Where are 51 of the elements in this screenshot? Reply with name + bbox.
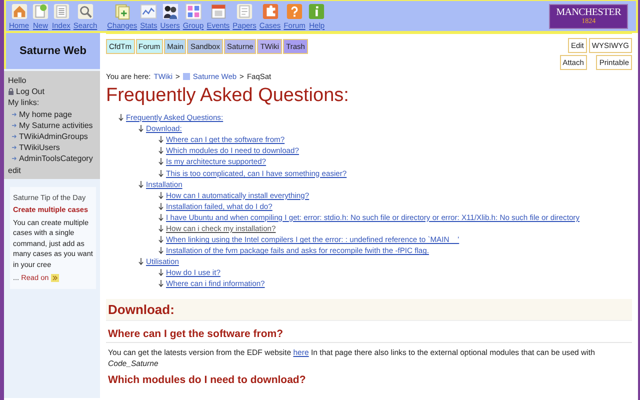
sidebar-link[interactable]: AdminToolsCategory — [19, 154, 93, 164]
down-arrow-icon — [138, 258, 144, 266]
question-heading: Where can I get the software from? — [106, 328, 632, 342]
down-arrow-icon — [158, 158, 164, 166]
edit-link[interactable]: edit — [8, 166, 96, 174]
double-arrow-icon — [50, 274, 59, 282]
down-arrow-icon — [158, 224, 164, 232]
people-icon — [162, 2, 179, 20]
info-icon — [308, 2, 326, 20]
down-arrow-icon — [118, 114, 124, 122]
down-arrow-icon — [138, 180, 144, 188]
down-arrow-icon — [158, 247, 164, 254]
sidebar-link[interactable]: My Saturne activities — [19, 120, 93, 130]
page-title: Frequently Asked Questions: — [106, 85, 350, 107]
puzzle-icon — [262, 2, 279, 20]
down-arrow-icon — [158, 280, 164, 288]
question-heading: Which modules do I need to download? — [107, 374, 307, 386]
web-icon — [182, 73, 190, 80]
down-arrow-icon — [158, 170, 164, 177]
greeting-text: Hello — [8, 76, 28, 85]
down-arrow-icon — [158, 214, 164, 221]
arrow-bullet-icon — [12, 156, 17, 162]
logout-link[interactable]: Log Out — [16, 87, 44, 96]
sidebar-link[interactable]: TWikiAdminGroups — [19, 132, 88, 141]
house-icon — [10, 2, 28, 20]
sidebar-link[interactable]: TWikiUsers — [19, 143, 60, 152]
document-icon — [236, 2, 254, 20]
down-arrow-icon — [158, 136, 164, 144]
down-arrow-icon — [138, 125, 144, 132]
links-heading: My links: — [8, 98, 40, 108]
new-page-icon — [32, 2, 50, 20]
arrow-bullet-icon — [12, 134, 17, 139]
arrow-bullet-icon — [12, 112, 17, 117]
calendar-icon — [210, 2, 227, 20]
line-chart-icon — [140, 2, 158, 20]
question-icon — [286, 2, 304, 20]
sidebar-link[interactable]: My home page — [19, 110, 72, 119]
search-icon — [76, 2, 94, 20]
down-arrow-icon — [158, 236, 164, 244]
arrow-bullet-icon — [12, 122, 17, 128]
down-arrow-icon — [158, 147, 164, 154]
list-icon — [52, 2, 70, 20]
pages-plus-icon — [114, 2, 131, 20]
web-title: Saturne Web — [4, 33, 100, 69]
arrow-bullet-icon — [12, 145, 17, 150]
lock-icon — [8, 88, 14, 96]
section-heading: Download: — [106, 298, 632, 320]
grid-icon — [184, 2, 202, 20]
down-arrow-icon — [158, 202, 164, 210]
down-arrow-icon — [158, 269, 164, 276]
down-arrow-icon — [158, 192, 164, 199]
